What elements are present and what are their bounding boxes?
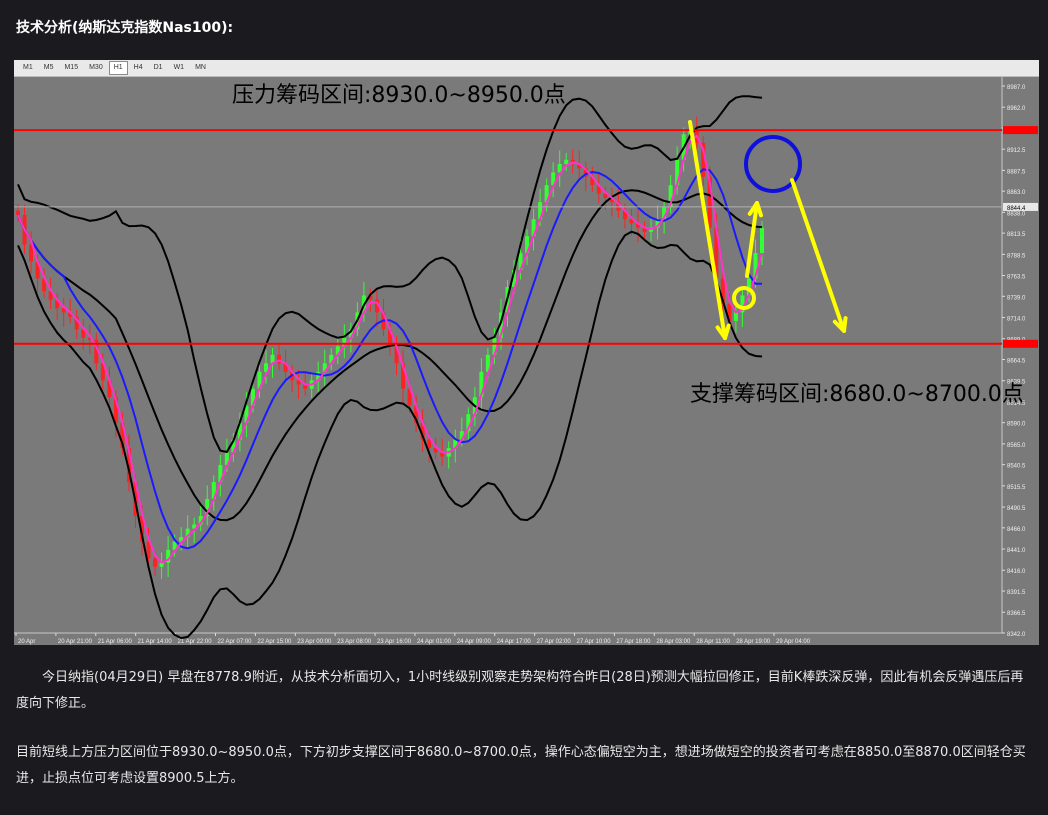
y-tick-label: 8490.5 xyxy=(1007,506,1026,512)
x-tick-label: 21 Apr 06:00 xyxy=(98,639,133,645)
y-tick-label: 8739.0 xyxy=(1007,295,1026,301)
page-title: 技术分析(纳斯达克指数Nas100): xyxy=(16,20,234,36)
article-paragraph-1: 今日纳指(04月29日) 早盘在8778.9附近，从技术分析面切入，1小时线级别… xyxy=(16,670,1024,711)
x-tick-label: 27 Apr 18:00 xyxy=(616,639,651,645)
y-tick-label: 8342.0 xyxy=(1007,632,1026,638)
y-tick-label: 8441.0 xyxy=(1007,548,1026,554)
y-tick-label: 8788.5 xyxy=(1007,253,1026,259)
x-tick-label: 21 Apr 14:00 xyxy=(138,639,173,645)
y-tick-label: 8515.5 xyxy=(1007,485,1026,491)
resistance-price-tag xyxy=(1003,126,1038,135)
x-tick-label: 24 Apr 01:00 xyxy=(417,639,452,645)
candle-body xyxy=(564,159,569,165)
y-tick-label: 8466.0 xyxy=(1007,527,1026,533)
x-tick-label: 28 Apr 19:00 xyxy=(736,639,771,645)
x-tick-label: 27 Apr 10:00 xyxy=(577,639,612,645)
candle-body xyxy=(733,312,738,321)
y-tick-label: 8763.5 xyxy=(1007,275,1026,281)
y-tick-label: 8366.5 xyxy=(1007,611,1026,617)
y-tick-label: 8416.0 xyxy=(1007,569,1026,575)
y-tick-label: 8813.5 xyxy=(1007,232,1026,238)
current-price-label: 8844.4 xyxy=(1007,206,1026,212)
x-tick-label: 21 Apr 22:00 xyxy=(178,639,213,645)
x-tick-label: 22 Apr 07:00 xyxy=(217,639,252,645)
x-tick-label: 24 Apr 09:00 xyxy=(457,639,492,645)
y-tick-label: 8391.5 xyxy=(1007,590,1026,596)
y-tick-label: 8540.5 xyxy=(1007,464,1026,470)
x-tick-label: 28 Apr 11:00 xyxy=(696,639,730,645)
candle-body xyxy=(760,227,764,254)
x-tick-label: 22 Apr 15:00 xyxy=(257,639,292,645)
x-tick-label: 20 Apr xyxy=(18,639,35,645)
y-tick-label: 8863.0 xyxy=(1007,190,1026,196)
y-tick-label: 8887.5 xyxy=(1007,169,1026,175)
y-tick-label: 8962.0 xyxy=(1007,106,1026,112)
support-price-tag xyxy=(1003,339,1038,348)
x-tick-label: 27 Apr 02:00 xyxy=(537,639,572,645)
candle-body xyxy=(16,210,20,215)
x-tick-label: 28 Apr 03:00 xyxy=(656,639,691,645)
yellow-forecast-arrow xyxy=(790,178,846,333)
yellow-down-arrow xyxy=(688,120,727,340)
price-chart: M1 M5 M15 M30 H1 H4 D1 W1 MN 8987.0 8962.… xyxy=(14,60,1039,645)
candle-body xyxy=(153,558,158,567)
bollinger-lower-line xyxy=(17,230,763,640)
x-tick-label: 29 Apr 04:00 xyxy=(776,639,811,645)
y-tick-label: 8987.0 xyxy=(1007,85,1026,91)
x-tick-label: 23 Apr 16:00 xyxy=(377,639,412,645)
y-tick-label: 8565.0 xyxy=(1007,443,1026,449)
x-tick-label: 20 Apr 21:00 xyxy=(58,639,93,645)
chart-canvas: 8987.08962.08937.58912.58887.58863.08838… xyxy=(14,77,1039,645)
resistance-annotation: 压力筹码区间:8930.0~8950.0点 xyxy=(232,83,566,108)
y-tick-label: 8664.5 xyxy=(1007,359,1026,365)
support-annotation: 支撑筹码区间:8680.0~8700.0点 xyxy=(690,382,1024,407)
x-tick-label: 24 Apr 17:00 xyxy=(497,639,532,645)
y-tick-label: 8590.0 xyxy=(1007,422,1026,428)
article-paragraph-2: 目前短线上方压力区间位于8930.0~8950.0点，下方初步支撑区间于8680… xyxy=(16,745,1026,786)
y-tick-label: 8838.0 xyxy=(1007,211,1026,217)
y-tick-label: 8714.0 xyxy=(1007,317,1026,323)
x-tick-label: 23 Apr 00:00 xyxy=(297,639,332,645)
x-tick-label: 23 Apr 08:00 xyxy=(337,639,372,645)
y-tick-label: 8912.5 xyxy=(1007,148,1026,154)
